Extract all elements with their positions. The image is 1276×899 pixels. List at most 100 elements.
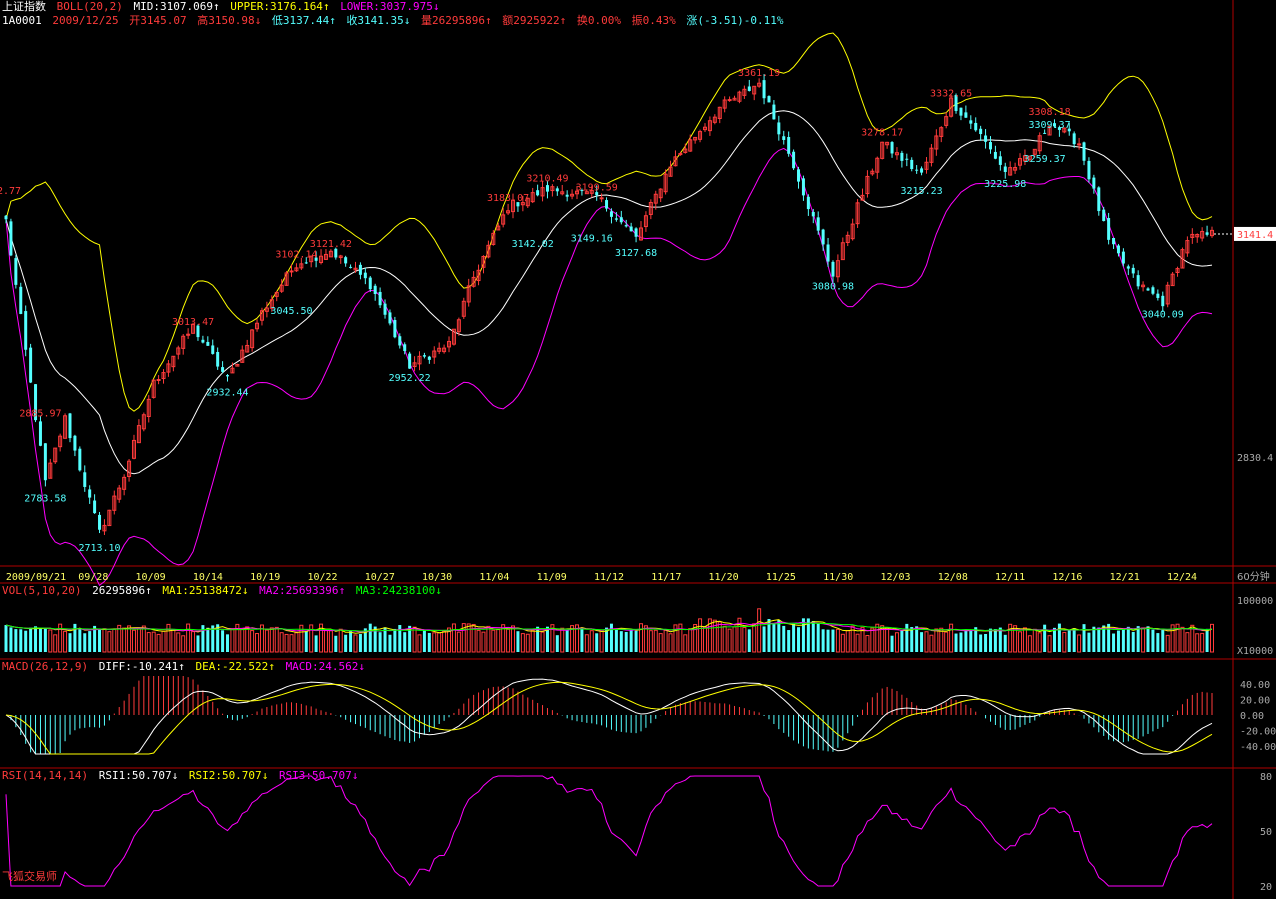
price-annotation: 3332.65 — [930, 89, 972, 100]
date-tick: 10/14 — [193, 572, 223, 583]
volume-bar — [279, 632, 284, 653]
price-annotation: 2952.22 — [389, 373, 431, 384]
date-tick: 10/27 — [365, 572, 395, 583]
volume-bar — [580, 628, 584, 652]
volume-bar — [131, 629, 136, 653]
rsi-panel — [5, 775, 1213, 887]
volume-bar — [19, 629, 23, 652]
candle-body — [1107, 217, 1111, 240]
candle-body — [383, 303, 387, 315]
candle-body — [609, 211, 613, 217]
volume-bar — [314, 635, 318, 652]
volume-bar — [595, 633, 599, 652]
candle-body — [801, 178, 805, 196]
candle-body — [1131, 267, 1135, 274]
vol-axis-label: 100000 — [1237, 596, 1273, 607]
change: 涨(-3.51)-0.11% — [686, 14, 784, 27]
volume-bar — [875, 623, 880, 653]
candle-body — [605, 200, 609, 209]
volume-bar — [1062, 631, 1067, 653]
candle-body — [1126, 266, 1130, 269]
volume-bar — [964, 629, 968, 652]
volume-bar — [358, 634, 362, 652]
date-tick: 12/21 — [1110, 572, 1140, 583]
volume-bar — [230, 628, 235, 653]
volume-bar — [1141, 627, 1146, 653]
stock-code: 1A0001 — [2, 14, 42, 27]
candle-body — [349, 266, 353, 268]
volume-bar — [38, 628, 42, 652]
open-price: 开3145.07 — [129, 14, 187, 27]
volume-bar — [161, 630, 166, 653]
candle-body — [614, 218, 618, 220]
candle-body — [29, 347, 33, 383]
volume-bar — [752, 623, 757, 653]
volume-bar — [747, 629, 751, 652]
volume-bar — [1185, 632, 1190, 653]
price-annotation: 3278.17 — [861, 127, 903, 138]
candle-body — [156, 379, 161, 382]
candle-body — [88, 489, 92, 498]
volume-bar — [998, 627, 1002, 652]
date-tick: 11/09 — [537, 572, 567, 583]
rsi2-value: RSI2:50.707 — [188, 769, 262, 782]
price-annotation: 3040.09 — [1142, 310, 1184, 321]
volume-bar — [1087, 632, 1091, 652]
volume-bar — [226, 634, 230, 652]
candle-body — [14, 258, 18, 285]
price-annotation: 3361.19 — [738, 68, 780, 79]
candle-body — [363, 272, 367, 279]
volume-bar — [1136, 626, 1140, 652]
volume-bar — [993, 629, 997, 652]
candle-body — [201, 339, 205, 343]
volume-bar — [176, 632, 181, 653]
candle-body — [900, 152, 904, 161]
volume-bar — [929, 634, 934, 653]
volume-bar — [668, 633, 673, 653]
rsi-axis-label: 20 — [1260, 882, 1272, 893]
volume-bar — [934, 628, 939, 653]
candle-body — [624, 225, 628, 227]
candle-body — [747, 86, 751, 91]
low-price: 低3137.44 — [271, 14, 330, 27]
volume-bar — [1126, 626, 1130, 652]
volume-bar — [732, 626, 737, 653]
price-annotation: 3183.07 — [487, 193, 529, 204]
candle-body — [1092, 177, 1096, 189]
volume-bar — [294, 632, 299, 653]
boll-upper-line — [5, 32, 1213, 412]
volume-bar — [250, 630, 255, 653]
candle-body — [221, 367, 225, 372]
volume-bar — [939, 627, 944, 653]
volume-bar — [944, 631, 949, 653]
candle-body — [782, 136, 786, 140]
price-annotation: 3127.68 — [615, 248, 657, 259]
volume-header: VOL(5,10,20) 26295896↑ MA1:25138472↓ MA2… — [2, 584, 446, 597]
volume-bar — [560, 627, 565, 653]
volume-bar — [240, 627, 245, 653]
candle-body — [1102, 209, 1106, 222]
volume-bar — [368, 623, 372, 652]
volume-bar — [451, 623, 456, 653]
candle-body — [1205, 232, 1209, 235]
candle-body — [1156, 293, 1160, 298]
volume-bar — [536, 626, 540, 652]
rsi-label: RSI(14,14,14) — [2, 769, 89, 782]
candle-body — [777, 122, 781, 135]
candle-body — [806, 196, 810, 210]
volume-bar — [905, 623, 909, 652]
candle-body — [959, 107, 963, 116]
candle-body — [1097, 187, 1101, 212]
volume-bar — [540, 631, 545, 653]
volume-bar — [127, 625, 132, 653]
candle-body — [787, 136, 791, 154]
vol-ma3: MA3:24238100 — [355, 584, 436, 597]
volume-bar — [181, 635, 186, 653]
candle-body — [792, 151, 796, 169]
volume-bar — [915, 626, 919, 652]
volume-bar — [383, 627, 387, 652]
price-annotation: 2885.97 — [19, 409, 61, 420]
macd-axis-label: -20.00 — [1240, 727, 1276, 738]
volume-bar — [206, 627, 210, 652]
date-tick: 12/24 — [1167, 572, 1197, 583]
